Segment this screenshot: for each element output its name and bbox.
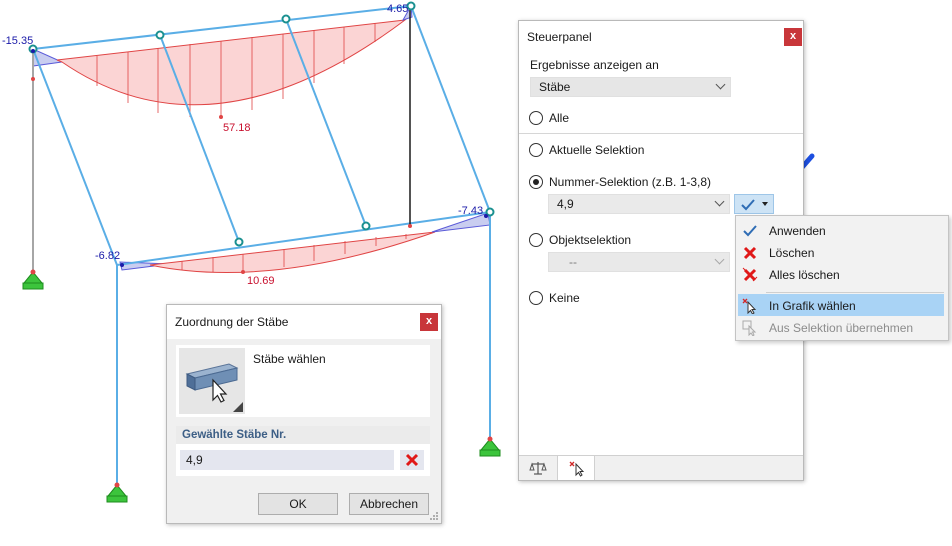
dialog-title: Zuordnung der Stäbe [175, 315, 289, 329]
menu-separator [766, 292, 944, 293]
moment-label: 57.18 [223, 122, 251, 134]
apply-options-menu: Anwenden Löschen Alles löschen In Grafik… [735, 215, 949, 341]
menu-item-pick-in-graphic[interactable]: In Grafik wählen [738, 294, 944, 316]
select-filter-icon [569, 461, 585, 477]
number-selection-input[interactable]: 4,9 [548, 194, 730, 214]
selected-members-value: 4,9 [186, 453, 203, 467]
menu-item-apply[interactable]: Anwenden [738, 219, 944, 241]
radio-button[interactable] [529, 111, 543, 125]
radio-label: Objektselektion [549, 233, 632, 247]
mid-beam-positive-diagram [149, 231, 436, 273]
object-selection-select: -- [548, 252, 730, 272]
caret-down-icon[interactable] [762, 202, 768, 206]
chevron-down-icon [714, 196, 725, 207]
menu-item-label: Löschen [769, 246, 815, 260]
radio-label: Nummer-Selektion (z.B. 1-3,8) [549, 175, 712, 189]
radio-button[interactable] [529, 175, 543, 189]
control-panel-close-button[interactable]: x [784, 28, 802, 46]
menu-item-label: In Grafik wählen [769, 299, 856, 313]
menu-item-delete-all[interactable]: Alles löschen [738, 263, 944, 285]
moment-label: -15.35 [2, 35, 33, 47]
radio-button[interactable] [529, 143, 543, 157]
moment-label: -6.82 [95, 250, 120, 262]
control-panel-title: Steuerpanel [527, 30, 592, 44]
menu-item-from-selection: Aus Selektion übernehmen [738, 316, 944, 338]
menu-item-label: Anwenden [769, 224, 826, 238]
member-assignment-dialog: Zuordnung der Stäbe x Stäbe wählen Gewäh… [166, 304, 442, 524]
choose-members-label: Stäbe wählen [253, 352, 326, 366]
delete-all-icon [742, 267, 758, 282]
choose-members-button[interactable] [179, 348, 245, 414]
node [281, 14, 291, 24]
checkmark-icon [743, 225, 757, 237]
pick-cursor-icon [742, 298, 757, 314]
selected-members-header: Gewählte Stäbe Nr. [176, 426, 430, 444]
support-icon [106, 482, 128, 503]
node [155, 30, 165, 40]
checkmark-icon [741, 199, 755, 211]
moment-label: 4.65 [387, 3, 408, 15]
node [485, 207, 495, 217]
radio-label: Aktuelle Selektion [549, 143, 645, 157]
chevron-down-icon [715, 79, 726, 90]
dialog-close-button[interactable]: x [420, 313, 438, 331]
node [361, 221, 371, 231]
delete-x-icon [405, 453, 419, 467]
apply-split-button[interactable] [734, 194, 774, 214]
selected-members-input[interactable]: 4,9 [180, 450, 394, 470]
resize-grip-icon[interactable] [429, 511, 439, 521]
radio-label: Keine [549, 291, 580, 305]
radio-button[interactable] [529, 233, 543, 247]
choose-members-box: Stäbe wählen [176, 345, 430, 417]
clear-members-button[interactable] [400, 450, 424, 470]
radio-button[interactable] [529, 291, 543, 305]
corner-triangle [233, 402, 243, 412]
control-panel-titlebar[interactable]: Steuerpanel x [519, 21, 803, 51]
chevron-down-icon [714, 254, 725, 265]
moment-label: -7.43 [458, 205, 483, 217]
delete-x-icon [743, 246, 757, 260]
object-selection-value: -- [569, 255, 577, 269]
support-icon [22, 269, 44, 290]
menu-item-label: Aus Selektion übernehmen [769, 321, 914, 335]
ok-button[interactable]: OK [258, 493, 338, 515]
tab-selection-filter[interactable] [557, 456, 595, 480]
dialog-titlebar[interactable]: Zuordnung der Stäbe x [167, 305, 441, 339]
node [406, 1, 416, 11]
results-target-select[interactable]: Stäbe [530, 77, 731, 97]
menu-item-label: Alles löschen [769, 268, 840, 282]
support-icon [479, 436, 501, 457]
menu-item-delete[interactable]: Löschen [738, 241, 944, 263]
selected-members-box: Gewählte Stäbe Nr. 4,9 [176, 426, 430, 476]
tab-results-balance[interactable] [519, 456, 557, 480]
top-beam-positive-diagram [56, 19, 407, 106]
radio-label: Alle [549, 111, 570, 125]
scale-icon [529, 462, 547, 475]
number-selection-value: 4,9 [557, 197, 574, 211]
from-selection-icon [742, 320, 757, 336]
control-panel-tabbar [519, 455, 803, 480]
results-display-label: Ergebnisse anzeigen an [530, 58, 659, 72]
selected-members-header-label: Gewählte Stäbe Nr. [182, 429, 287, 441]
results-target-value: Stäbe [539, 80, 571, 94]
moment-label: 10.69 [247, 275, 275, 287]
node [234, 237, 244, 247]
cancel-button[interactable]: Abbrechen [349, 493, 429, 515]
